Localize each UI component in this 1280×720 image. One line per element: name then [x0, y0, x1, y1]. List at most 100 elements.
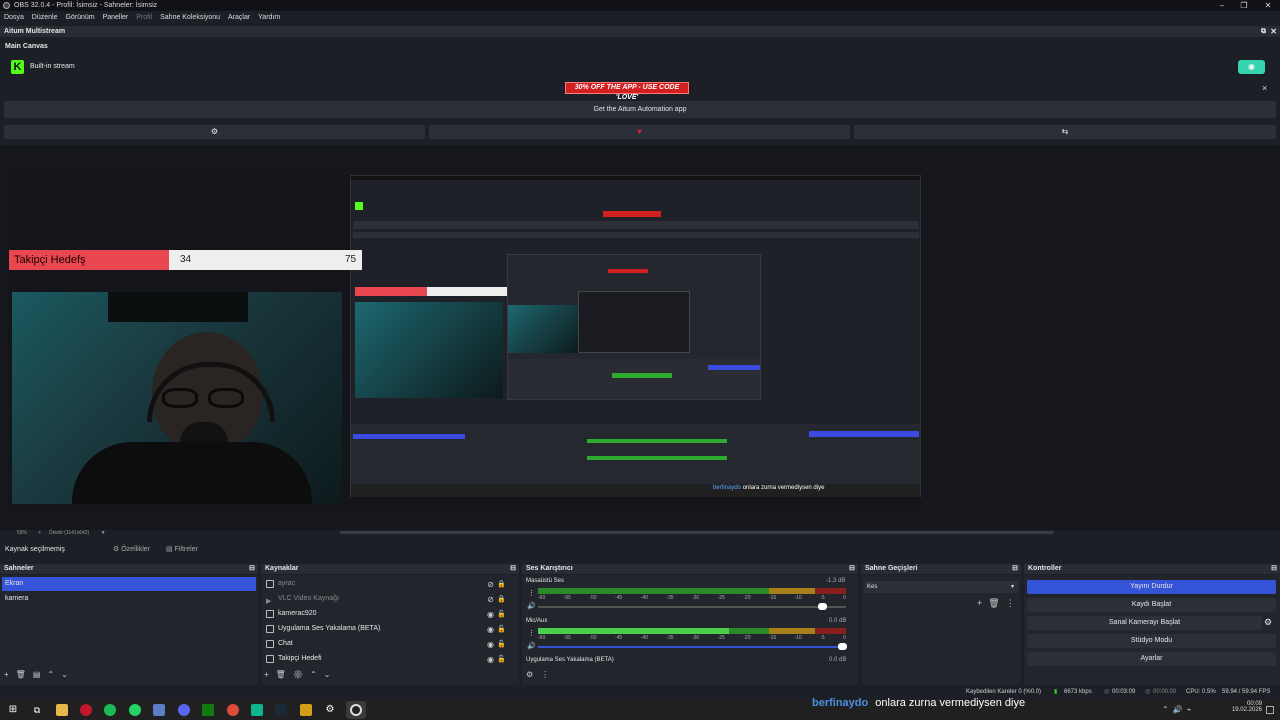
menu-scene-collection[interactable]: Sahne Koleksiyonu — [160, 14, 220, 21]
maximize-button[interactable]: ❐ — [1232, 0, 1256, 11]
properties-button[interactable]: ⚙ Özellikler — [113, 542, 150, 557]
aitum-share-button[interactable]: ⇆ — [854, 125, 1276, 139]
promo-close-icon[interactable]: × — [1262, 83, 1267, 93]
chevron-up-icon[interactable]: ⌃ — [1162, 705, 1173, 714]
preview-scrollbar[interactable] — [340, 531, 1054, 534]
studio-mode-button[interactable]: Stüdyo Modu — [1027, 634, 1276, 648]
xbox-icon[interactable] — [202, 704, 214, 716]
source-item[interactable]: ▶ VLC Video Kaynağı ⊘ 🔒 — [264, 592, 514, 606]
dock-menu-icon[interactable]: ⊟ — [849, 564, 855, 574]
eye-icon[interactable]: ◉ — [487, 638, 494, 652]
source-item[interactable]: ayrac ⊘ 🔒 — [264, 577, 514, 591]
lock-icon[interactable]: 🔒 — [497, 593, 506, 607]
move-up-icon[interactable]: ⌃ — [47, 670, 61, 679]
chrome-icon[interactable] — [227, 704, 239, 716]
source-item[interactable]: Takipçi Hedefi ◉ 🔓 — [264, 652, 514, 666]
network-icon[interactable]: ⌁ — [1187, 705, 1196, 714]
source-item[interactable]: Uygulama Ses Yakalama (BETA) ◉ 🔓 — [264, 622, 514, 636]
dock-menu-icon[interactable]: ⊟ — [249, 564, 255, 574]
move-up-icon[interactable]: ⌃ — [310, 670, 324, 679]
volume-slider-handle[interactable] — [838, 643, 847, 650]
app-icon[interactable] — [251, 704, 263, 716]
trash-icon[interactable]: 🗑 — [988, 598, 1005, 608]
system-tray[interactable]: ⌃🔊⌁ — [1162, 705, 1196, 714]
file-explorer-icon[interactable] — [56, 704, 68, 716]
channel-menu-icon[interactable]: ⋮ — [528, 589, 535, 597]
filters-button[interactable]: ▤ Filtreler — [166, 542, 198, 557]
spotify-icon[interactable] — [104, 704, 116, 716]
add-source-icon[interactable]: + — [264, 670, 276, 679]
settings-button[interactable]: Ayarlar — [1027, 652, 1276, 666]
move-down-icon[interactable]: ⌄ — [61, 670, 75, 679]
filter-icon[interactable]: ▤ — [33, 670, 48, 679]
start-recording-button[interactable]: Kaydı Başlat — [1027, 598, 1276, 612]
remove-source-icon[interactable]: 🗑 — [276, 670, 293, 679]
visibility-hidden-icon[interactable]: ⊘ — [487, 593, 494, 607]
eye-icon[interactable]: ◉ — [487, 608, 494, 622]
menu-view[interactable]: Görünüm — [65, 14, 94, 21]
move-down-icon[interactable]: ⌄ — [324, 670, 338, 679]
dock-menu-icon[interactable]: ⊟ — [1012, 564, 1018, 574]
menu-dots-icon[interactable]: ⋮ — [541, 670, 557, 679]
dock-close-icon[interactable]: ✕ — [1270, 26, 1277, 37]
scene-item-ekran[interactable]: Ekran — [2, 577, 256, 591]
aitum-donate-button[interactable]: ♥ — [429, 125, 850, 139]
lock-icon[interactable]: 🔓 — [497, 623, 506, 637]
task-view-icon[interactable]: ⧉ — [31, 704, 43, 716]
steam-icon[interactable] — [275, 704, 287, 716]
menu-help[interactable]: Yardım — [258, 14, 280, 21]
gear-icon[interactable]: ⚙ — [1264, 617, 1272, 628]
zoom-in-icon[interactable]: + — [38, 530, 41, 536]
close-window-button[interactable]: ✕ — [1256, 0, 1280, 11]
add-scene-icon[interactable]: + — [4, 670, 16, 679]
obs-taskbar-icon[interactable] — [346, 701, 366, 719]
wrench-icon[interactable]: ⚙ — [526, 670, 541, 679]
menu-docks[interactable]: Paneller — [103, 14, 129, 21]
speaker-icon[interactable]: 🔊 — [527, 642, 536, 650]
add-icon[interactable]: + — [977, 598, 988, 608]
automation-app-button[interactable]: Get the Aitum Automation app — [4, 101, 1276, 118]
preview-size[interactable]: Önizle (1141x642) — [49, 530, 90, 536]
notifications-icon[interactable] — [1266, 706, 1274, 714]
source-item[interactable]: kamerac920 ◉ 🔓 — [264, 607, 514, 621]
taskbar-clock[interactable]: 00:09 19.02.2026 — [1226, 701, 1262, 713]
menu-profile[interactable]: Profil — [136, 14, 152, 21]
menu-dots-icon[interactable]: ⋮ — [1006, 598, 1021, 608]
lock-icon[interactable]: 🔓 — [497, 638, 506, 652]
source-item[interactable]: Chat ◉ 🔓 — [264, 637, 514, 651]
minimize-button[interactable]: – — [1210, 0, 1234, 11]
aitum-settings-button[interactable]: ⚙ — [4, 125, 425, 139]
zoom-dropdown-icon[interactable]: ▼ — [101, 530, 106, 536]
whatsapp-icon[interactable] — [129, 704, 141, 716]
eye-icon[interactable]: ◉ — [487, 623, 494, 637]
menu-file[interactable]: Dosya — [4, 14, 24, 21]
lock-icon[interactable]: 🔒 — [497, 578, 506, 592]
eye-icon[interactable]: ◉ — [487, 653, 494, 667]
volume-slider-handle[interactable] — [818, 603, 827, 610]
dock-menu-icon[interactable]: ⊟ — [1271, 564, 1277, 574]
volume-icon[interactable]: 🔊 — [1173, 705, 1187, 714]
dock-float-icon[interactable]: ⧉ — [1261, 26, 1266, 37]
scene-item-kamera[interactable]: kamera — [2, 592, 256, 606]
settings-app-icon[interactable]: ⚙ — [324, 704, 336, 716]
lock-icon[interactable]: 🔓 — [497, 608, 506, 622]
visibility-hidden-icon[interactable]: ⊘ — [487, 578, 494, 592]
menu-edit[interactable]: Düzenle — [32, 14, 58, 21]
menu-tools[interactable]: Araçlar — [228, 14, 250, 21]
gear-icon[interactable]: ⚙ — [293, 670, 310, 679]
discord-icon[interactable] — [178, 704, 190, 716]
app-icon[interactable] — [153, 704, 165, 716]
start-icon[interactable]: ⊞ — [7, 704, 19, 716]
remove-scene-icon[interactable]: 🗑 — [16, 670, 33, 679]
volume-slider-track[interactable] — [538, 646, 846, 648]
lock-icon[interactable]: 🔓 — [497, 653, 506, 667]
promo-banner[interactable]: 30% OFF THE APP - USE CODE 'LOVE' — [565, 82, 689, 101]
volume-slider-bg[interactable] — [538, 606, 846, 608]
speaker-icon[interactable]: 🔊 — [527, 602, 536, 610]
zoom-level[interactable]: 59% — [17, 530, 27, 536]
transition-select[interactable]: Kes ▾ — [864, 581, 1018, 593]
channel-menu-icon[interactable]: ⋮ — [528, 629, 535, 637]
app-icon[interactable] — [300, 704, 312, 716]
start-virtual-camera-button[interactable]: Sanal Kamerayı Başlat — [1027, 616, 1262, 630]
stream-toggle-button[interactable]: ◉ — [1238, 60, 1265, 74]
